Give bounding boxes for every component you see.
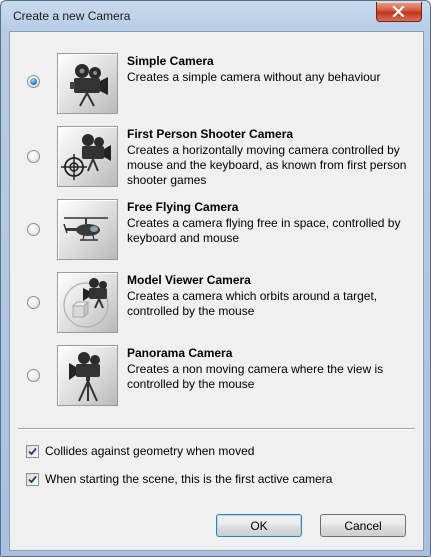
collides-checkbox-label: Collides against geometry when moved <box>45 444 255 458</box>
option-description: Creates a horizontally moving camera con… <box>127 143 407 187</box>
create-camera-dialog: Create a new Camera Simple Camera Create… <box>0 0 431 557</box>
panorama-camera-radio[interactable] <box>27 369 40 382</box>
option-title: Simple Camera <box>127 54 214 68</box>
option-simple-camera[interactable]: Simple Camera Creates a simple camera wi… <box>10 48 423 118</box>
separator <box>18 428 415 430</box>
collides-checkbox[interactable] <box>26 445 39 458</box>
option-description: Creates a non moving camera where the vi… <box>127 362 384 391</box>
option-description: Creates a camera which orbits around a t… <box>127 289 378 318</box>
first-active-checkbox[interactable] <box>26 473 39 486</box>
model-viewer-camera-radio[interactable] <box>27 296 40 309</box>
camera-crosshair-icon <box>57 126 118 187</box>
option-panorama-camera[interactable]: Panorama Camera Creates a non moving cam… <box>10 340 423 410</box>
fps-camera-radio[interactable] <box>27 150 40 163</box>
free-flying-camera-radio[interactable] <box>27 223 40 236</box>
option-title: Free Flying Camera <box>127 200 239 214</box>
title-bar[interactable]: Create a new Camera <box>1 1 430 31</box>
simple-camera-radio[interactable] <box>27 75 40 88</box>
window-title: Create a new Camera <box>13 9 131 23</box>
option-free-flying-camera[interactable]: Free Flying Camera Creates a camera flyi… <box>10 194 423 264</box>
option-title: Panorama Camera <box>127 346 233 360</box>
option-title: Model Viewer Camera <box>127 273 251 287</box>
option-description: Creates a simple camera without any beha… <box>127 70 381 84</box>
dialog-body: Simple Camera Creates a simple camera wi… <box>9 31 424 551</box>
option-title: First Person Shooter Camera <box>127 127 294 141</box>
option-model-viewer-camera[interactable]: Model Viewer Camera Creates a camera whi… <box>10 267 423 337</box>
option-fps-camera[interactable]: First Person Shooter Camera Creates a ho… <box>10 121 423 191</box>
checkmark-icon <box>28 447 37 456</box>
helicopter-icon <box>57 199 118 260</box>
first-active-checkbox-label: When starting the scene, this is the fir… <box>45 472 333 486</box>
camera-tripod-icon <box>57 345 118 406</box>
ok-button[interactable]: OK <box>216 514 302 537</box>
checkmark-icon <box>28 475 37 484</box>
close-button[interactable] <box>376 2 422 22</box>
camera-orbit-icon <box>57 272 118 333</box>
option-description: Creates a camera flying free in space, c… <box>127 216 401 245</box>
close-icon <box>392 6 405 17</box>
camera-icon <box>57 53 118 114</box>
cancel-button[interactable]: Cancel <box>320 514 406 537</box>
